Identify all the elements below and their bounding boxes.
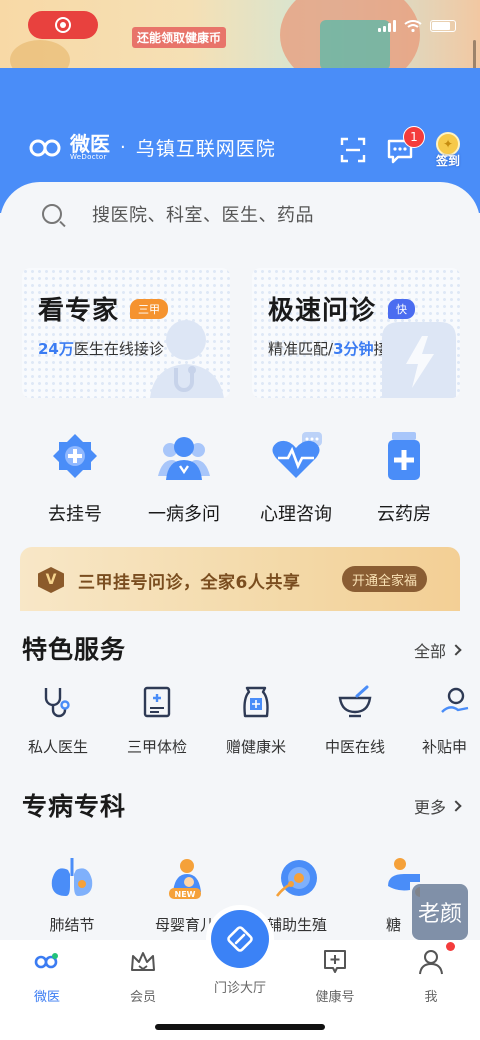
specialty-label: 糖 <box>386 916 402 934</box>
card-title: 极速问诊 <box>268 296 377 326</box>
card-highlight: 24万 <box>38 340 74 358</box>
brand-sub: WeDoctor <box>70 152 107 161</box>
top-promo-banner[interactable]: 还能领取健康币 <box>0 0 480 70</box>
tab-label: 微医 <box>33 990 60 1005</box>
checkup-report-icon <box>143 686 171 718</box>
quick-entry-label: 去挂号 <box>48 504 102 525</box>
card-title: 看专家 <box>38 296 120 326</box>
hospital-name: 乌镇互联网医院 <box>135 138 276 160</box>
quick-consult-card[interactable]: 极速问诊 快 精准匹配/3分钟接诊 <box>252 268 460 398</box>
quick-entry-psychology[interactable]: 心理咨询 <box>246 430 346 526</box>
profile-icon <box>419 950 443 975</box>
tab-me[interactable]: 我 <box>391 948 471 1005</box>
banner-tag: 还能领取健康币 <box>132 27 227 48</box>
lightning-bubble-icon <box>382 322 456 398</box>
tab-label: 我 <box>424 990 438 1005</box>
chevron-right-icon <box>450 644 462 656</box>
clinic-hall-icon <box>227 926 253 952</box>
vip-badge-icon: V <box>38 567 64 593</box>
wedoctor-logo-icon <box>29 139 61 156</box>
multi-doctor-icon <box>158 437 210 480</box>
record-icon <box>55 17 71 33</box>
message-count-badge: 1 <box>403 126 425 148</box>
search-placeholder: 搜医院、科室、医生、药品 <box>92 205 314 226</box>
see-all-label: 全部 <box>413 642 446 661</box>
wedoctor-tab-icon <box>34 953 58 969</box>
service-label: 补贴申 <box>422 738 468 756</box>
quick-entry-pharmacy[interactable]: 云药房 <box>354 430 454 526</box>
service-tcm-online[interactable]: 中医在线 <box>310 684 400 757</box>
stethoscope-icon <box>44 688 70 718</box>
brand-name: 微医 <box>70 131 110 156</box>
service-private-doctor[interactable]: 私人医生 <box>13 684 103 757</box>
quick-entry-multi-doctor[interactable]: 一病多问 <box>134 430 234 526</box>
notification-dot <box>446 942 455 951</box>
open-family-plan-button[interactable]: 开通全家福 <box>342 566 428 592</box>
rice-bag-icon <box>243 686 269 718</box>
specialty-diabetes[interactable]: 糖 <box>356 856 420 935</box>
tab-wedoctor[interactable]: 微医 <box>7 948 87 1005</box>
brand-separator: · <box>120 137 126 158</box>
service-subsidy[interactable]: 补贴申 <box>408 684 480 757</box>
tab-membership[interactable]: 会员 <box>103 948 183 1005</box>
card-highlight: 3分钟 <box>333 340 374 358</box>
heart-pulse-icon <box>272 432 322 478</box>
service-label: 中医在线 <box>324 738 385 756</box>
tab-clinic-hall-button[interactable] <box>211 910 269 968</box>
reproduction-icon <box>275 860 317 897</box>
tab-label: 健康号 <box>315 990 355 1005</box>
service-label: 三甲体检 <box>126 738 187 756</box>
service-label: 私人医生 <box>27 738 88 756</box>
signal-icon <box>378 20 396 32</box>
service-label: 赠健康米 <box>225 738 286 756</box>
banner-decoration <box>10 40 70 70</box>
brand: 微医 WeDoctor · 乌镇互联网医院 <box>28 134 276 161</box>
specialty-section-title: 专病专科 <box>22 792 127 821</box>
screen-recording-indicator[interactable] <box>28 11 98 39</box>
featured-see-all-link[interactable]: 全部 <box>413 638 462 662</box>
specialty-lung-nodule[interactable]: 肺结节 <box>22 856 122 935</box>
lungs-icon <box>51 858 93 896</box>
mother-baby-icon: NEW <box>169 859 201 899</box>
tab-label: 门诊大厅 <box>213 981 266 996</box>
quick-entry-label: 心理咨询 <box>260 504 332 525</box>
mortar-icon <box>338 685 372 718</box>
signin-label: 签到 <box>435 154 460 168</box>
quick-entry-label: 云药房 <box>377 504 431 525</box>
crown-icon <box>131 952 155 971</box>
specialty-label: 肺结节 <box>49 916 95 934</box>
system-status-icons <box>378 20 456 32</box>
brand-text: 微医 WeDoctor <box>70 131 110 161</box>
new-tag: NEW <box>175 890 196 899</box>
promo-text: 三甲挂号问诊，全家6人共享 <box>78 573 301 593</box>
quick-entry-registration[interactable]: 去挂号 <box>25 430 125 526</box>
quick-entry-label: 一病多问 <box>148 504 220 525</box>
featured-section-title: 特色服务 <box>22 635 127 664</box>
tab-label: 会员 <box>129 990 156 1005</box>
signin-button[interactable]: ✦ 签到 <box>428 132 468 172</box>
floating-seal-widget[interactable]: 老颜 <box>412 884 468 940</box>
battery-icon <box>430 20 456 32</box>
search-bar[interactable]: 搜医院、科室、医生、药品 <box>20 190 460 238</box>
home-indicator[interactable] <box>155 1024 325 1030</box>
service-health-rice[interactable]: 赠健康米 <box>211 684 301 757</box>
service-checkup[interactable]: 三甲体检 <box>112 684 202 757</box>
chevron-right-icon <box>450 800 462 812</box>
subsidy-icon <box>441 687 469 713</box>
card-subtext-pre: 精准匹配/ <box>268 340 334 358</box>
scan-icon[interactable] <box>340 137 366 163</box>
family-plan-banner[interactable]: V 三甲挂号问诊，全家6人共享 开通全家福 <box>20 547 460 611</box>
more-label: 更多 <box>413 798 446 817</box>
specialty-more-link[interactable]: 更多 <box>413 794 462 818</box>
health-account-icon <box>324 950 346 973</box>
tab-health-account[interactable]: 健康号 <box>295 948 375 1005</box>
registration-icon <box>53 434 97 478</box>
wifi-icon <box>404 20 422 32</box>
search-icon <box>42 204 62 224</box>
expert-consult-card[interactable]: 看专家 三甲 24万医生在线接诊 <box>22 268 230 398</box>
doctor-illustration-icon <box>150 320 224 398</box>
medicine-bottle-icon <box>388 432 420 480</box>
